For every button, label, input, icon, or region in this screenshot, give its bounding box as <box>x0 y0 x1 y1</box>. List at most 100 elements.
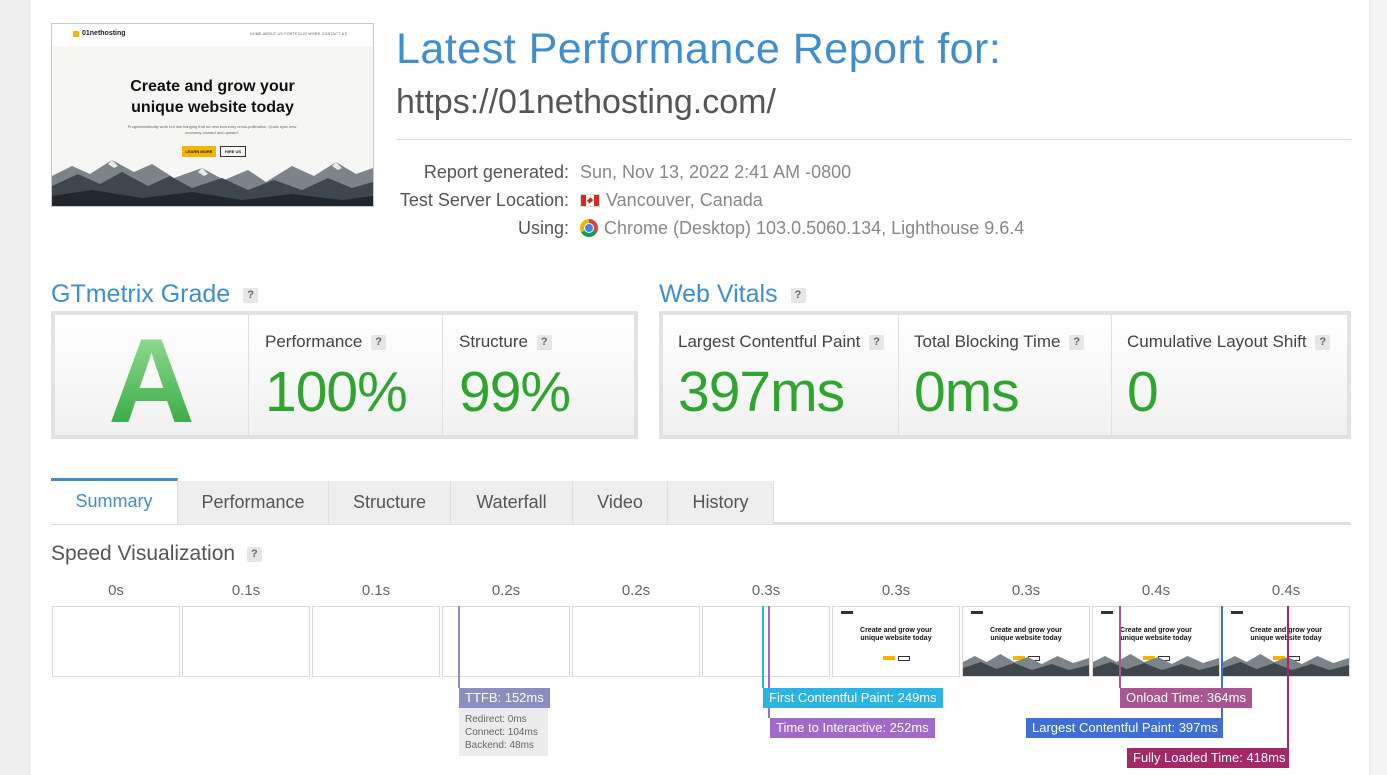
performance-help-icon[interactable]: ? <box>371 335 387 351</box>
structure-label-text: Structure <box>459 332 528 351</box>
using-label: Using: <box>517 218 569 238</box>
server-location-text: Vancouver, Canada <box>606 190 763 210</box>
filmstrip-frame-blank[interactable] <box>312 606 440 677</box>
cls-cell: Cumulative Layout Shift ? 0 <box>1111 315 1347 435</box>
thumbnail-logo-icon <box>73 31 79 37</box>
frame-headline-line2: unique website today <box>1120 635 1192 642</box>
frame-headline: Create and grow your unique website today <box>1223 627 1349 643</box>
ttfb-label: TTFB: 152ms <box>459 688 550 708</box>
fully-loaded-label: Fully Loaded Time: 418ms <box>1127 748 1289 768</box>
thumbnail-logo: 01nethosting <box>82 30 126 37</box>
scrollbar-track[interactable] <box>1371 0 1387 775</box>
tbt-help-icon[interactable]: ? <box>1069 335 1085 351</box>
timeline-tick: 0.4s <box>1141 582 1171 599</box>
web-vitals-title: Web Vitals ? <box>659 280 806 309</box>
thumbnail-nav-links: HOME ABOUT US PORTFOLIO WORK CONTACT US <box>250 32 348 36</box>
lcp-value: 397ms <box>678 360 845 424</box>
fcp-marker-line <box>762 606 764 688</box>
report-generated-label: Report generated: <box>423 162 569 182</box>
filmstrip-frame-blank[interactable] <box>702 606 830 677</box>
timeline-tick: 0.3s <box>751 582 781 599</box>
frame-headline-line1: Create and grow your <box>860 627 932 634</box>
filmstrip-frame-full[interactable]: Create and grow your unique website today <box>962 606 1090 677</box>
frame-headline-line1: Create and grow your <box>1120 627 1192 634</box>
filmstrip-frame-blank[interactable] <box>442 606 570 677</box>
filmstrip-frame-blank[interactable] <box>182 606 310 677</box>
structure-cell: Structure ? 99% <box>442 315 634 435</box>
frame-headline-line2: unique website today <box>990 635 1062 642</box>
server-location-label: Test Server Location: <box>399 190 569 210</box>
using-text: Chrome (Desktop) 103.0.5060.134, Lightho… <box>604 218 1025 238</box>
filmstrip-frame-blank[interactable] <box>52 606 180 677</box>
cls-value: 0 <box>1127 360 1159 424</box>
performance-label: Performance ? <box>265 332 387 352</box>
frame-mountains <box>1223 654 1349 676</box>
frame-logo <box>841 611 853 614</box>
tab-structure[interactable]: Structure <box>329 481 451 524</box>
cls-help-icon[interactable]: ? <box>1315 335 1331 351</box>
timeline-tick: 0.2s <box>491 582 521 599</box>
structure-label: Structure ? <box>459 332 552 352</box>
timeline-tick: 0.1s <box>231 582 261 599</box>
tab-history[interactable]: History <box>668 481 774 524</box>
header-divider <box>396 139 1351 140</box>
frame-headline-line1: Create and grow your <box>1250 627 1322 634</box>
tbt-label: Total Blocking Time ? <box>914 332 1085 352</box>
ttfb-connect: Connect: 104ms <box>465 727 538 738</box>
thumbnail-headline-line2: unique website today <box>131 99 294 116</box>
grade-letter-cell: A <box>55 315 248 441</box>
lcp-help-icon[interactable]: ? <box>869 335 885 351</box>
filmstrip-frame-blank[interactable] <box>572 606 700 677</box>
chrome-icon <box>580 219 598 237</box>
fully-loaded-marker-line <box>1287 606 1289 748</box>
page-title: Latest Performance Report for: <box>396 25 1002 73</box>
lcp-label-text: Largest Contentful Paint <box>678 332 861 351</box>
ttfb-backend: Backend: 48ms <box>465 740 534 751</box>
web-vitals-title-text: Web Vitals <box>659 280 778 308</box>
thumbnail-navbar: 01nethosting HOME ABOUT US PORTFOLIO WOR… <box>52 24 373 46</box>
vitals-help-icon[interactable]: ? <box>790 287 806 303</box>
filmstrip-frame-full[interactable]: Create and grow your unique website today <box>1222 606 1350 677</box>
canada-flag-icon <box>580 194 600 207</box>
ttfb-marker-line <box>458 606 460 688</box>
gtmetrix-grade-title: GTmetrix Grade ? <box>51 280 259 309</box>
report-url: https://01nethosting.com/ <box>396 83 776 121</box>
frame-logo <box>1231 611 1243 614</box>
tab-performance[interactable]: Performance <box>178 481 329 524</box>
thumbnail-paragraph: Programmatically work but low hanging fr… <box>127 124 297 135</box>
frame-headline: Create and grow your unique website today <box>833 627 959 643</box>
gtmetrix-grade-box: A Performance ? 100% Structure ? 99% <box>51 311 638 441</box>
timeline-tick: 0.4s <box>1271 582 1301 599</box>
lcp-cell: Largest Contentful Paint ? 397ms <box>663 315 898 435</box>
using-value: Chrome (Desktop) 103.0.5060.134, Lightho… <box>580 218 1024 239</box>
server-location-value: Vancouver, Canada <box>580 190 763 211</box>
performance-label-text: Performance <box>265 332 363 351</box>
frame-mountains <box>963 654 1089 676</box>
frame-hire-us-button <box>898 656 910 661</box>
grade-help-icon[interactable]: ? <box>243 287 259 303</box>
onload-label: Onload Time: 364ms <box>1120 688 1252 708</box>
performance-value: 100% <box>265 360 408 424</box>
web-vitals-box: Largest Contentful Paint ? 397ms Total B… <box>659 311 1351 439</box>
timeline-tick: 0s <box>108 582 124 599</box>
frame-mountains <box>1093 654 1219 676</box>
ttfb-breakdown: Redirect: 0ms Connect: 104ms Backend: 48… <box>459 708 548 756</box>
performance-cell: Performance ? 100% <box>248 315 442 435</box>
tbt-value: 0ms <box>914 360 1020 424</box>
fcp-label: First Contentful Paint: 249ms <box>763 688 943 708</box>
filmstrip-frame-full[interactable]: Create and grow your unique website today <box>1092 606 1220 677</box>
speed-help-icon[interactable]: ? <box>246 546 262 562</box>
filmstrip-frame-text-only[interactable]: Create and grow your unique website today <box>832 606 960 677</box>
tab-video[interactable]: Video <box>573 481 668 524</box>
structure-value: 99% <box>459 360 571 424</box>
frame-headline-line1: Create and grow your <box>990 627 1062 634</box>
lcp-label: Largest Contentful Paint ? <box>678 332 885 352</box>
grade-letter: A <box>108 314 195 448</box>
thumbnail-headline: Create and grow your unique website toda… <box>52 76 373 118</box>
tbt-label-text: Total Blocking Time <box>914 332 1061 351</box>
timeline-tick: 0.3s <box>1011 582 1041 599</box>
thumbnail-headline-line1: Create and grow your <box>130 78 295 95</box>
tab-waterfall[interactable]: Waterfall <box>451 481 573 524</box>
structure-help-icon[interactable]: ? <box>536 335 552 351</box>
tab-summary[interactable]: Summary <box>51 478 178 524</box>
